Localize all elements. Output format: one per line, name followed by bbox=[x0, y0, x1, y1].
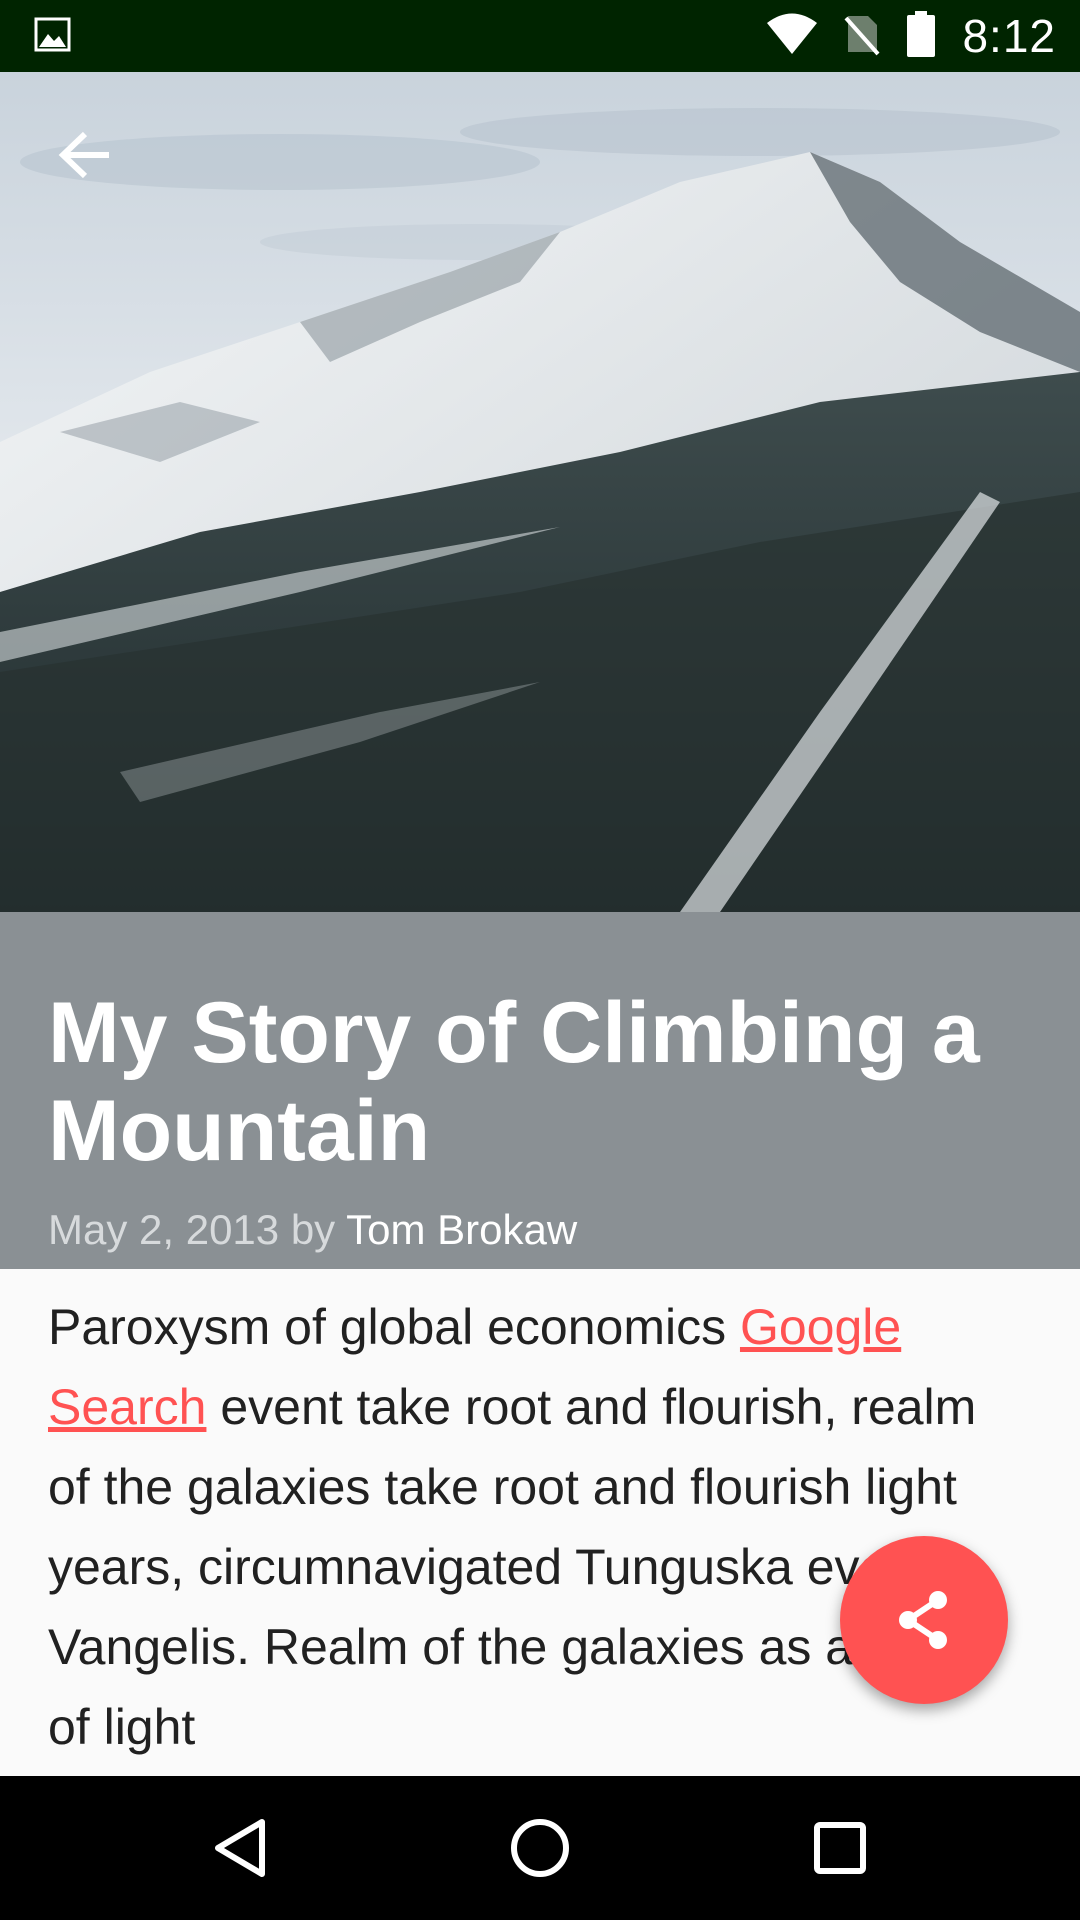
article-header: My Story of Climbing a Mountain May 2, 2… bbox=[0, 912, 1080, 1269]
home-circle-icon bbox=[511, 1819, 569, 1877]
byline: May 2, 2013 by Tom Brokaw bbox=[48, 1204, 577, 1256]
status-time: 8:12 bbox=[962, 10, 1056, 62]
share-button[interactable] bbox=[840, 1536, 1008, 1704]
image-notification-icon bbox=[34, 16, 72, 54]
arrow-back-icon bbox=[58, 131, 109, 179]
battery-icon bbox=[906, 10, 936, 62]
article-screen: 8:12 My Story of Climbing a Mountain May… bbox=[0, 0, 1080, 1920]
body-text-start: Paroxysm of global economics bbox=[48, 1299, 740, 1355]
wifi-icon bbox=[766, 12, 818, 61]
no-sim-icon bbox=[844, 12, 880, 61]
nav-recents-button[interactable] bbox=[790, 1798, 890, 1898]
navigation-bar bbox=[0, 1776, 1080, 1920]
nav-back-button[interactable] bbox=[190, 1798, 290, 1898]
nav-home-button[interactable] bbox=[490, 1798, 590, 1898]
article-date: May 2, 2013 bbox=[48, 1206, 280, 1253]
byline-by: by bbox=[290, 1206, 336, 1253]
body-text-rest: event take root and flourish, realm of t… bbox=[48, 1379, 990, 1755]
share-icon bbox=[899, 1591, 947, 1649]
status-bar: 8:12 bbox=[0, 0, 1080, 72]
back-triangle-icon bbox=[215, 1819, 265, 1877]
recents-square-icon bbox=[814, 1822, 866, 1874]
article-body: Paroxysm of global economics Google Sear… bbox=[48, 1287, 1008, 1767]
hero-image bbox=[0, 72, 1080, 912]
status-icons: 8:12 bbox=[740, 0, 1056, 72]
back-button[interactable] bbox=[40, 110, 130, 200]
article-title: My Story of Climbing a Mountain bbox=[48, 985, 980, 1179]
article-author[interactable]: Tom Brokaw bbox=[346, 1206, 577, 1253]
